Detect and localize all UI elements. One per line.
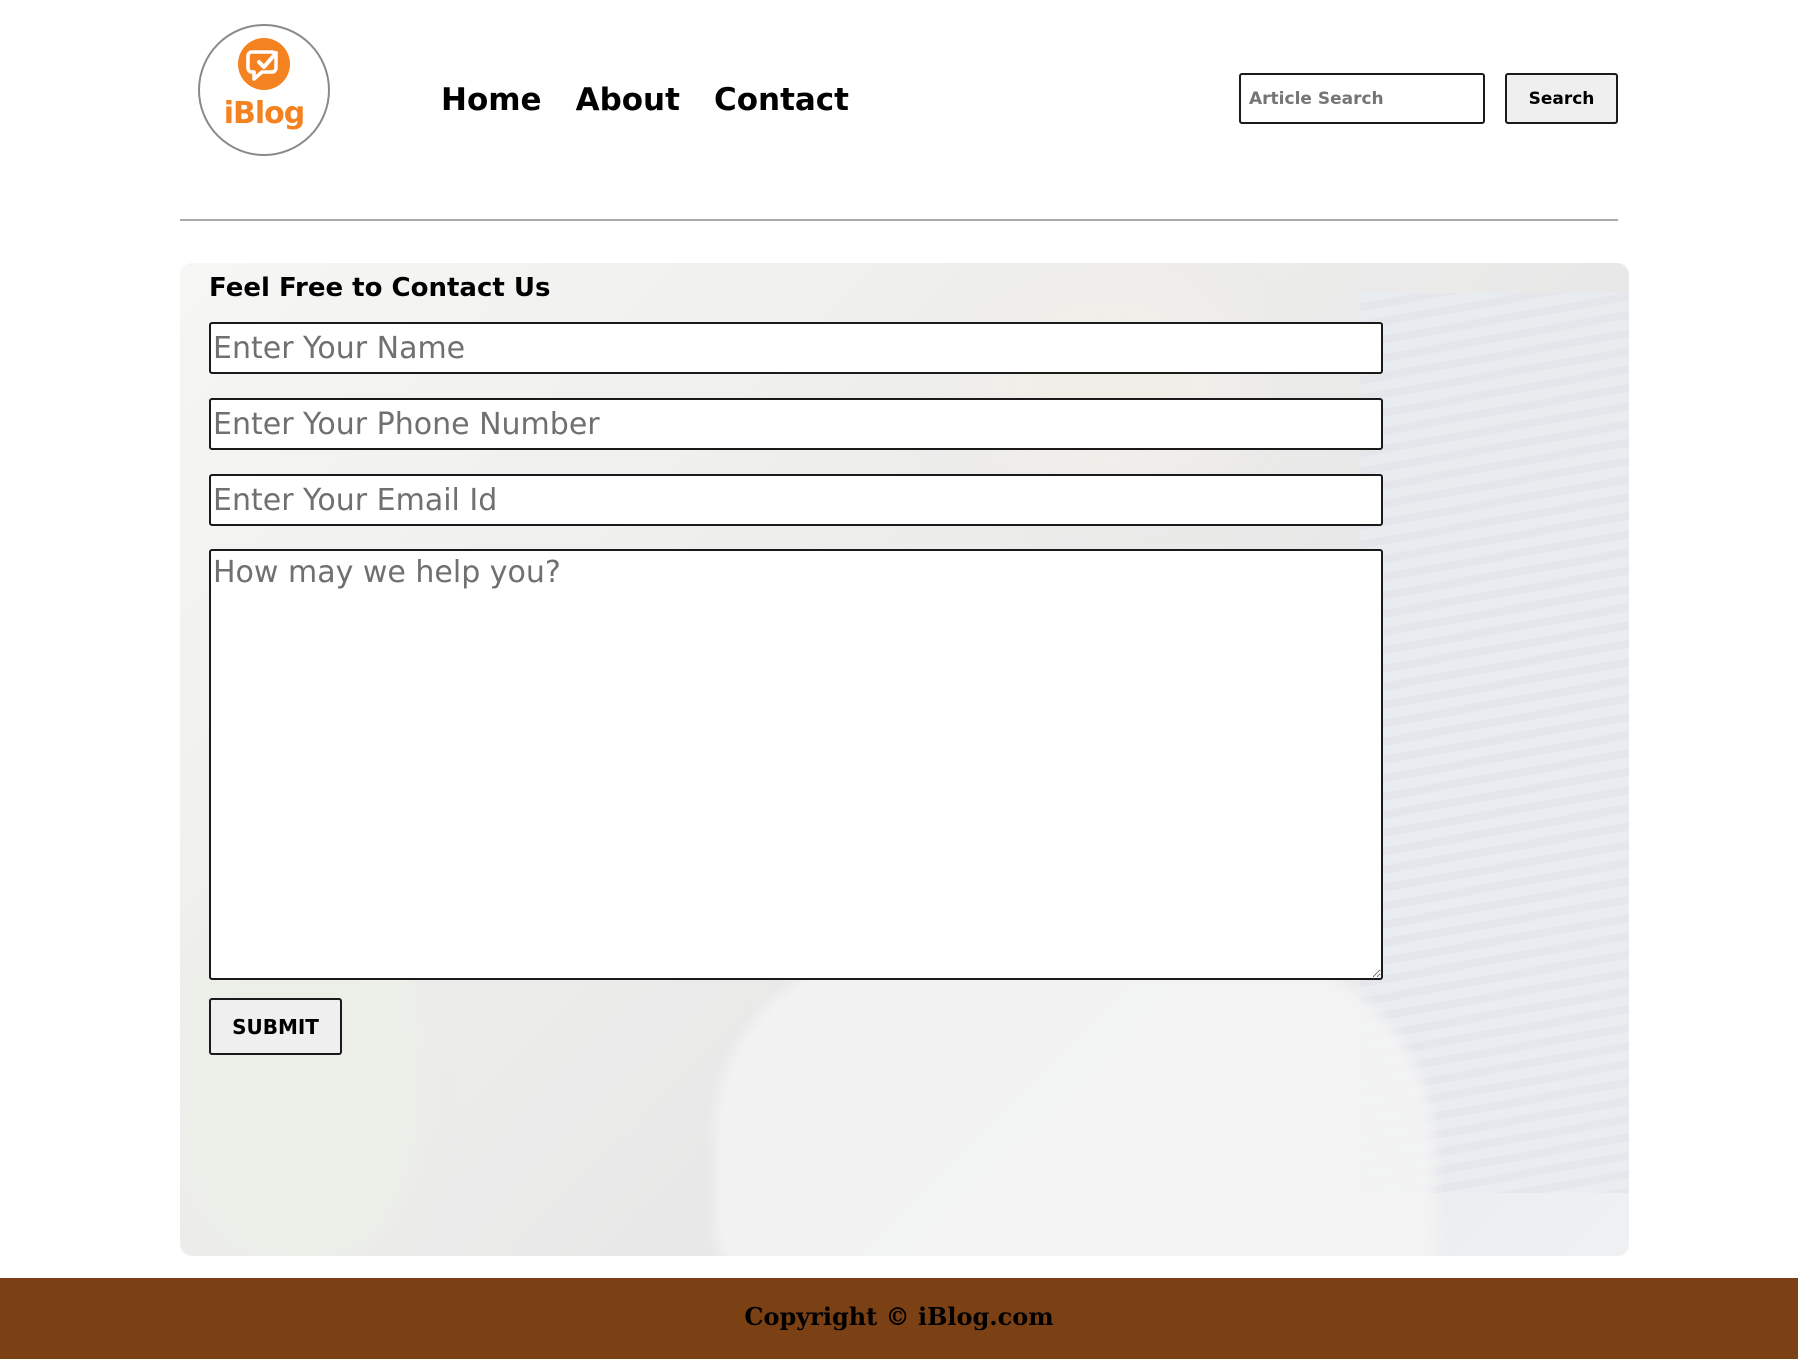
- chat-edit-icon: [238, 38, 290, 90]
- footer: Copyright © iBlog.com: [0, 1278, 1798, 1359]
- search-button[interactable]: Search: [1505, 73, 1618, 124]
- site-logo[interactable]: iBlog: [198, 24, 330, 156]
- contact-section: Feel Free to Contact Us SUBMIT: [180, 263, 1629, 1256]
- phone-field[interactable]: [209, 398, 1383, 450]
- name-field[interactable]: [209, 322, 1383, 374]
- header-divider: [180, 219, 1618, 221]
- background-photo-hand: [715, 953, 1435, 1256]
- article-search-input[interactable]: [1239, 73, 1485, 124]
- nav-contact-link[interactable]: Contact: [714, 78, 849, 122]
- main-nav: Home About Contact: [441, 78, 849, 122]
- nav-about-link[interactable]: About: [576, 78, 680, 122]
- logo-text: iBlog: [223, 96, 306, 131]
- background-photo-blur: [960, 273, 1260, 493]
- message-textarea[interactable]: [209, 549, 1383, 980]
- copyright-text: Copyright © iBlog.com: [744, 1302, 1054, 1331]
- email-field[interactable]: [209, 474, 1383, 526]
- submit-button[interactable]: SUBMIT: [209, 998, 342, 1055]
- contact-title: Feel Free to Contact Us: [209, 273, 551, 303]
- nav-home-link[interactable]: Home: [441, 78, 542, 122]
